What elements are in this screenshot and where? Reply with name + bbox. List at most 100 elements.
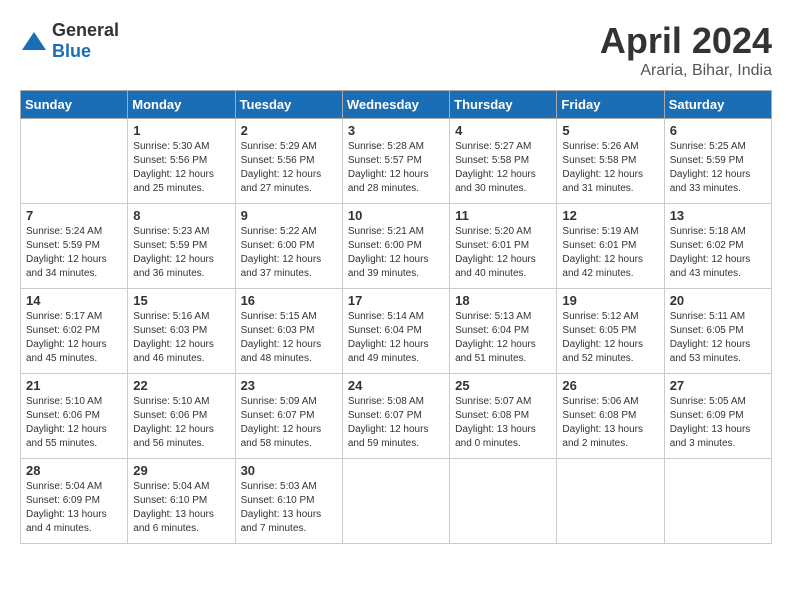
calendar-cell: 1 Sunrise: 5:30 AMSunset: 5:56 PMDaylight… bbox=[128, 119, 235, 204]
day-info: Sunrise: 5:03 AMSunset: 6:10 PMDaylight:… bbox=[241, 480, 337, 536]
day-info: Sunrise: 5:06 AMSunset: 6:08 PMDaylight:… bbox=[562, 395, 658, 451]
day-number: 14 bbox=[26, 293, 122, 308]
location-title: Araria, Bihar, India bbox=[600, 62, 772, 80]
day-number: 26 bbox=[562, 378, 658, 393]
calendar-cell: 2 Sunrise: 5:29 AMSunset: 5:56 PMDaylight… bbox=[235, 119, 342, 204]
calendar-cell: 8 Sunrise: 5:23 AMSunset: 5:59 PMDaylight… bbox=[128, 204, 235, 289]
day-info: Sunrise: 5:12 AMSunset: 6:05 PMDaylight:… bbox=[562, 310, 658, 366]
calendar-cell bbox=[21, 119, 128, 204]
day-number: 5 bbox=[562, 123, 658, 138]
day-info: Sunrise: 5:14 AMSunset: 6:04 PMDaylight:… bbox=[348, 310, 444, 366]
day-number: 8 bbox=[133, 208, 229, 223]
calendar-cell bbox=[557, 459, 664, 544]
day-number: 21 bbox=[26, 378, 122, 393]
calendar-cell: 3 Sunrise: 5:28 AMSunset: 5:57 PMDaylight… bbox=[342, 119, 449, 204]
page-header: General Blue April 2024 Araria, Bihar, I… bbox=[20, 20, 772, 80]
weekday-header-cell: Thursday bbox=[450, 91, 557, 119]
calendar-table: SundayMondayTuesdayWednesdayThursdayFrid… bbox=[20, 90, 772, 544]
calendar-week-row: 1 Sunrise: 5:30 AMSunset: 5:56 PMDaylight… bbox=[21, 119, 772, 204]
month-title: April 2024 bbox=[600, 20, 772, 62]
calendar-cell bbox=[342, 459, 449, 544]
calendar-cell: 18 Sunrise: 5:13 AMSunset: 6:04 PMDayligh… bbox=[450, 289, 557, 374]
day-info: Sunrise: 5:04 AMSunset: 6:10 PMDaylight:… bbox=[133, 480, 229, 536]
day-number: 6 bbox=[670, 123, 766, 138]
day-number: 28 bbox=[26, 463, 122, 478]
day-number: 3 bbox=[348, 123, 444, 138]
logo-general: General bbox=[52, 20, 119, 40]
day-number: 24 bbox=[348, 378, 444, 393]
calendar-cell: 29 Sunrise: 5:04 AMSunset: 6:10 PMDayligh… bbox=[128, 459, 235, 544]
calendar-week-row: 14Sunrise: 5:17 AMSunset: 6:02 PMDayligh… bbox=[21, 289, 772, 374]
calendar-cell: 5 Sunrise: 5:26 AMSunset: 5:58 PMDaylight… bbox=[557, 119, 664, 204]
day-info: Sunrise: 5:15 AMSunset: 6:03 PMDaylight:… bbox=[241, 310, 337, 366]
logo-text: General Blue bbox=[52, 20, 119, 62]
calendar-cell: 12Sunrise: 5:19 AMSunset: 6:01 PMDayligh… bbox=[557, 204, 664, 289]
day-number: 1 bbox=[133, 123, 229, 138]
day-info: Sunrise: 5:21 AMSunset: 6:00 PMDaylight:… bbox=[348, 225, 444, 281]
day-number: 23 bbox=[241, 378, 337, 393]
day-number: 10 bbox=[348, 208, 444, 223]
day-info: Sunrise: 5:20 AMSunset: 6:01 PMDaylight:… bbox=[455, 225, 551, 281]
day-info: Sunrise: 5:19 AMSunset: 6:01 PMDaylight:… bbox=[562, 225, 658, 281]
calendar-cell: 10 Sunrise: 5:21 AMSunset: 6:00 PMDayligh… bbox=[342, 204, 449, 289]
weekday-header-row: SundayMondayTuesdayWednesdayThursdayFrid… bbox=[21, 91, 772, 119]
day-info: Sunrise: 5:26 AMSunset: 5:58 PMDaylight:… bbox=[562, 140, 658, 196]
day-info: Sunrise: 5:27 AMSunset: 5:58 PMDaylight:… bbox=[455, 140, 551, 196]
calendar-body: 1 Sunrise: 5:30 AMSunset: 5:56 PMDaylight… bbox=[21, 119, 772, 544]
day-info: Sunrise: 5:18 AMSunset: 6:02 PMDaylight:… bbox=[670, 225, 766, 281]
day-info: Sunrise: 5:23 AMSunset: 5:59 PMDaylight:… bbox=[133, 225, 229, 281]
day-info: Sunrise: 5:07 AMSunset: 6:08 PMDaylight:… bbox=[455, 395, 551, 451]
day-info: Sunrise: 5:05 AMSunset: 6:09 PMDaylight:… bbox=[670, 395, 766, 451]
day-number: 2 bbox=[241, 123, 337, 138]
day-info: Sunrise: 5:13 AMSunset: 6:04 PMDaylight:… bbox=[455, 310, 551, 366]
calendar-cell: 19 Sunrise: 5:12 AMSunset: 6:05 PMDayligh… bbox=[557, 289, 664, 374]
calendar-cell bbox=[664, 459, 771, 544]
calendar-cell: 27 Sunrise: 5:05 AMSunset: 6:09 PMDayligh… bbox=[664, 374, 771, 459]
day-info: Sunrise: 5:16 AMSunset: 6:03 PMDaylight:… bbox=[133, 310, 229, 366]
calendar-cell: 28Sunrise: 5:04 AMSunset: 6:09 PMDayligh… bbox=[21, 459, 128, 544]
calendar-cell: 9Sunrise: 5:22 AMSunset: 6:00 PMDaylight… bbox=[235, 204, 342, 289]
calendar-cell bbox=[450, 459, 557, 544]
day-info: Sunrise: 5:30 AMSunset: 5:56 PMDaylight:… bbox=[133, 140, 229, 196]
day-number: 29 bbox=[133, 463, 229, 478]
generalblue-logo-icon bbox=[20, 30, 48, 52]
calendar-cell: 20 Sunrise: 5:11 AMSunset: 6:05 PMDayligh… bbox=[664, 289, 771, 374]
calendar-cell: 30Sunrise: 5:03 AMSunset: 6:10 PMDayligh… bbox=[235, 459, 342, 544]
calendar-cell: 24 Sunrise: 5:08 AMSunset: 6:07 PMDayligh… bbox=[342, 374, 449, 459]
day-number: 19 bbox=[562, 293, 658, 308]
day-info: Sunrise: 5:29 AMSunset: 5:56 PMDaylight:… bbox=[241, 140, 337, 196]
logo-blue: Blue bbox=[52, 41, 91, 61]
day-number: 25 bbox=[455, 378, 551, 393]
calendar-week-row: 21 Sunrise: 5:10 AMSunset: 6:06 PMDayligh… bbox=[21, 374, 772, 459]
logo: General Blue bbox=[20, 20, 119, 62]
day-info: Sunrise: 5:09 AMSunset: 6:07 PMDaylight:… bbox=[241, 395, 337, 451]
calendar-cell: 7 Sunrise: 5:24 AMSunset: 5:59 PMDaylight… bbox=[21, 204, 128, 289]
day-info: Sunrise: 5:28 AMSunset: 5:57 PMDaylight:… bbox=[348, 140, 444, 196]
calendar-cell: 6 Sunrise: 5:25 AMSunset: 5:59 PMDaylight… bbox=[664, 119, 771, 204]
calendar-cell: 4Sunrise: 5:27 AMSunset: 5:58 PMDaylight… bbox=[450, 119, 557, 204]
calendar-cell: 21 Sunrise: 5:10 AMSunset: 6:06 PMDayligh… bbox=[21, 374, 128, 459]
weekday-header-cell: Tuesday bbox=[235, 91, 342, 119]
title-block: April 2024 Araria, Bihar, India bbox=[600, 20, 772, 80]
day-info: Sunrise: 5:24 AMSunset: 5:59 PMDaylight:… bbox=[26, 225, 122, 281]
day-number: 9 bbox=[241, 208, 337, 223]
day-info: Sunrise: 5:10 AMSunset: 6:06 PMDaylight:… bbox=[26, 395, 122, 451]
day-number: 18 bbox=[455, 293, 551, 308]
calendar-week-row: 28Sunrise: 5:04 AMSunset: 6:09 PMDayligh… bbox=[21, 459, 772, 544]
day-number: 20 bbox=[670, 293, 766, 308]
day-info: Sunrise: 5:08 AMSunset: 6:07 PMDaylight:… bbox=[348, 395, 444, 451]
calendar-cell: 14Sunrise: 5:17 AMSunset: 6:02 PMDayligh… bbox=[21, 289, 128, 374]
day-info: Sunrise: 5:10 AMSunset: 6:06 PMDaylight:… bbox=[133, 395, 229, 451]
day-number: 7 bbox=[26, 208, 122, 223]
weekday-header-cell: Saturday bbox=[664, 91, 771, 119]
calendar-cell: 25 Sunrise: 5:07 AMSunset: 6:08 PMDayligh… bbox=[450, 374, 557, 459]
weekday-header-cell: Sunday bbox=[21, 91, 128, 119]
day-info: Sunrise: 5:11 AMSunset: 6:05 PMDaylight:… bbox=[670, 310, 766, 366]
calendar-week-row: 7 Sunrise: 5:24 AMSunset: 5:59 PMDaylight… bbox=[21, 204, 772, 289]
day-number: 22 bbox=[133, 378, 229, 393]
day-info: Sunrise: 5:25 AMSunset: 5:59 PMDaylight:… bbox=[670, 140, 766, 196]
day-number: 13 bbox=[670, 208, 766, 223]
weekday-header-cell: Wednesday bbox=[342, 91, 449, 119]
day-number: 27 bbox=[670, 378, 766, 393]
calendar-cell: 22 Sunrise: 5:10 AMSunset: 6:06 PMDayligh… bbox=[128, 374, 235, 459]
